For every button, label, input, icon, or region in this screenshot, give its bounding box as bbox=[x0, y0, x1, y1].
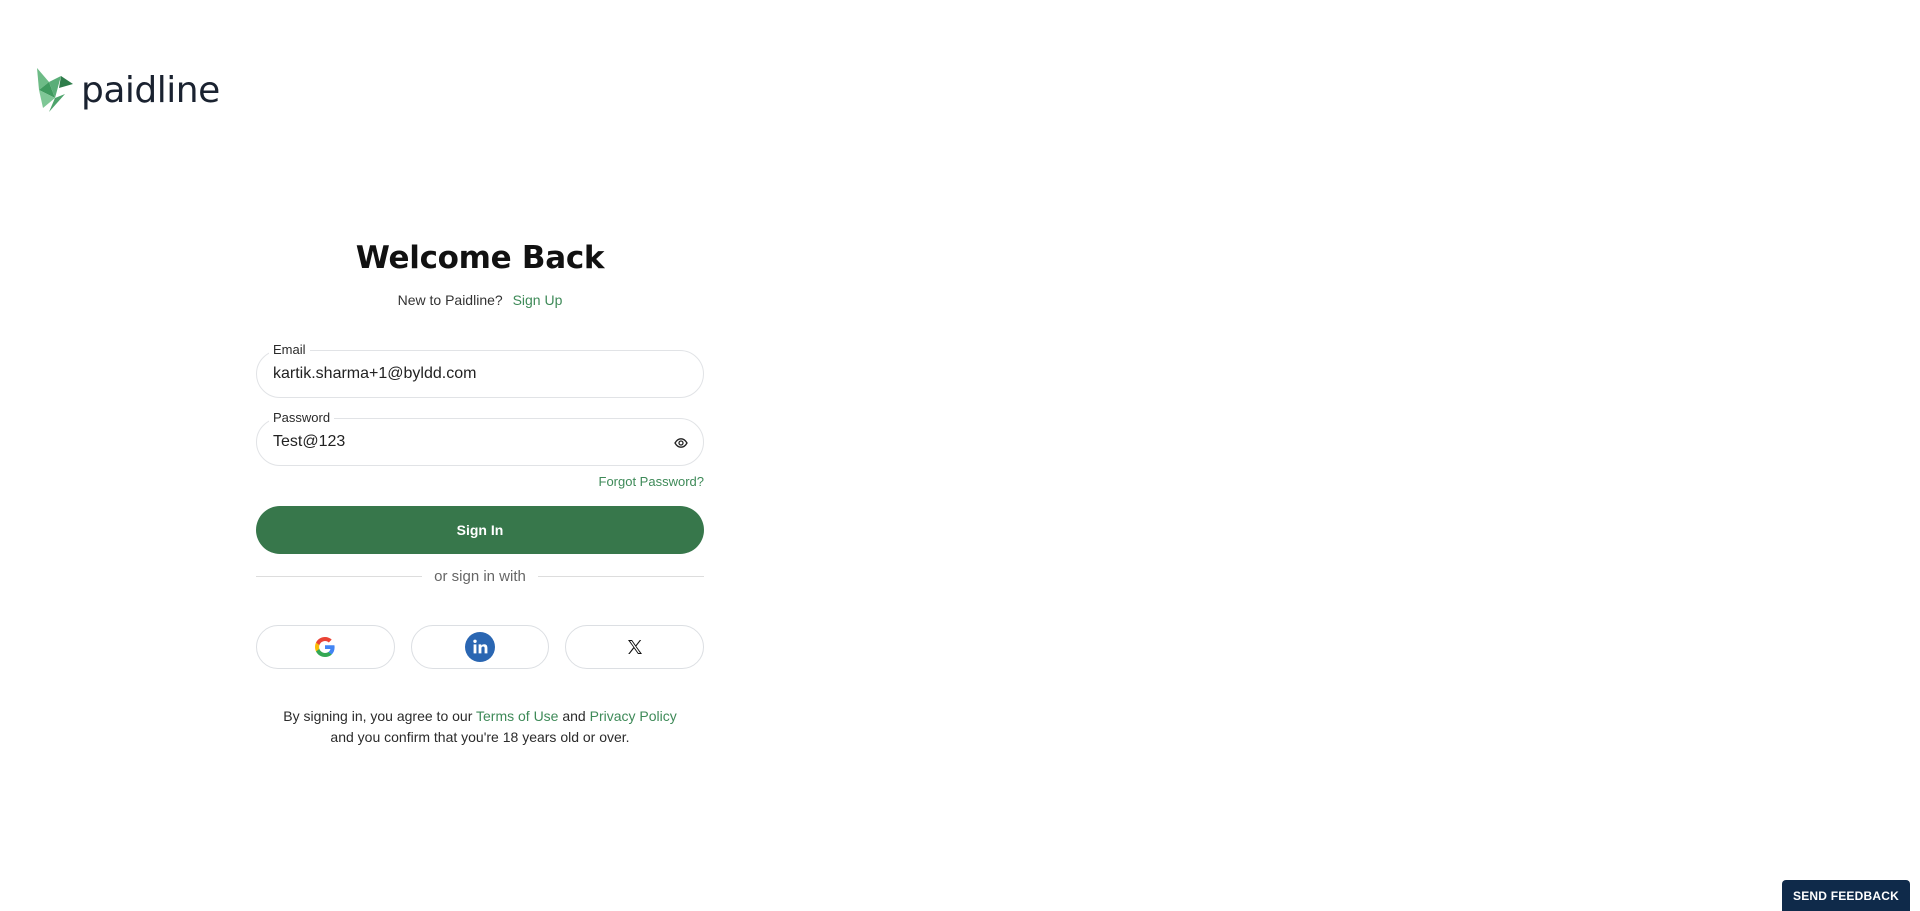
divider-line-right bbox=[537, 576, 704, 577]
paidline-origami-bird-icon bbox=[37, 68, 73, 112]
brand-name: paidline bbox=[81, 70, 220, 111]
password-field: Password bbox=[256, 410, 704, 466]
eye-icon[interactable] bbox=[671, 433, 691, 453]
social-divider: or sign in with bbox=[256, 568, 704, 585]
terms-notice: By signing in, you agree to our Terms of… bbox=[256, 706, 704, 748]
google-signin-button[interactable] bbox=[256, 625, 395, 669]
divider-line-left bbox=[256, 576, 423, 577]
google-icon bbox=[315, 637, 335, 657]
linkedin-icon bbox=[465, 632, 495, 662]
forgot-password-row: Forgot Password? bbox=[256, 474, 705, 489]
divider-text: or sign in with bbox=[434, 568, 526, 585]
page-title: Welcome Back bbox=[355, 240, 605, 276]
linkedin-signin-button[interactable] bbox=[410, 625, 550, 669]
terms-of-use-link[interactable]: Terms of Use bbox=[476, 708, 558, 724]
signup-link[interactable]: Sign Up bbox=[513, 292, 563, 308]
social-buttons bbox=[256, 625, 705, 669]
send-feedback-button[interactable]: SEND FEEDBACK bbox=[1782, 880, 1910, 911]
email-input[interactable] bbox=[273, 351, 663, 397]
terms-prefix: By signing in, you agree to our bbox=[283, 708, 473, 724]
x-icon bbox=[627, 640, 642, 654]
password-input[interactable] bbox=[273, 419, 663, 465]
privacy-policy-link[interactable]: Privacy Policy bbox=[590, 708, 677, 724]
signup-prompt: New to Paidline? Sign Up bbox=[256, 292, 704, 308]
terms-suffix: and you confirm that you're 18 years old… bbox=[330, 729, 630, 745]
forgot-password-link[interactable]: Forgot Password? bbox=[599, 474, 705, 489]
terms-and: and bbox=[562, 708, 586, 724]
sign-in-button[interactable]: Sign In bbox=[256, 506, 704, 554]
email-field: Email bbox=[256, 342, 704, 398]
brand-logo[interactable]: paidline bbox=[35, 68, 220, 114]
new-user-text: New to Paidline? bbox=[397, 292, 503, 308]
x-signin-button[interactable] bbox=[565, 625, 705, 669]
signin-form: Welcome Back New to Paidline? Sign Up Em… bbox=[256, 236, 705, 748]
